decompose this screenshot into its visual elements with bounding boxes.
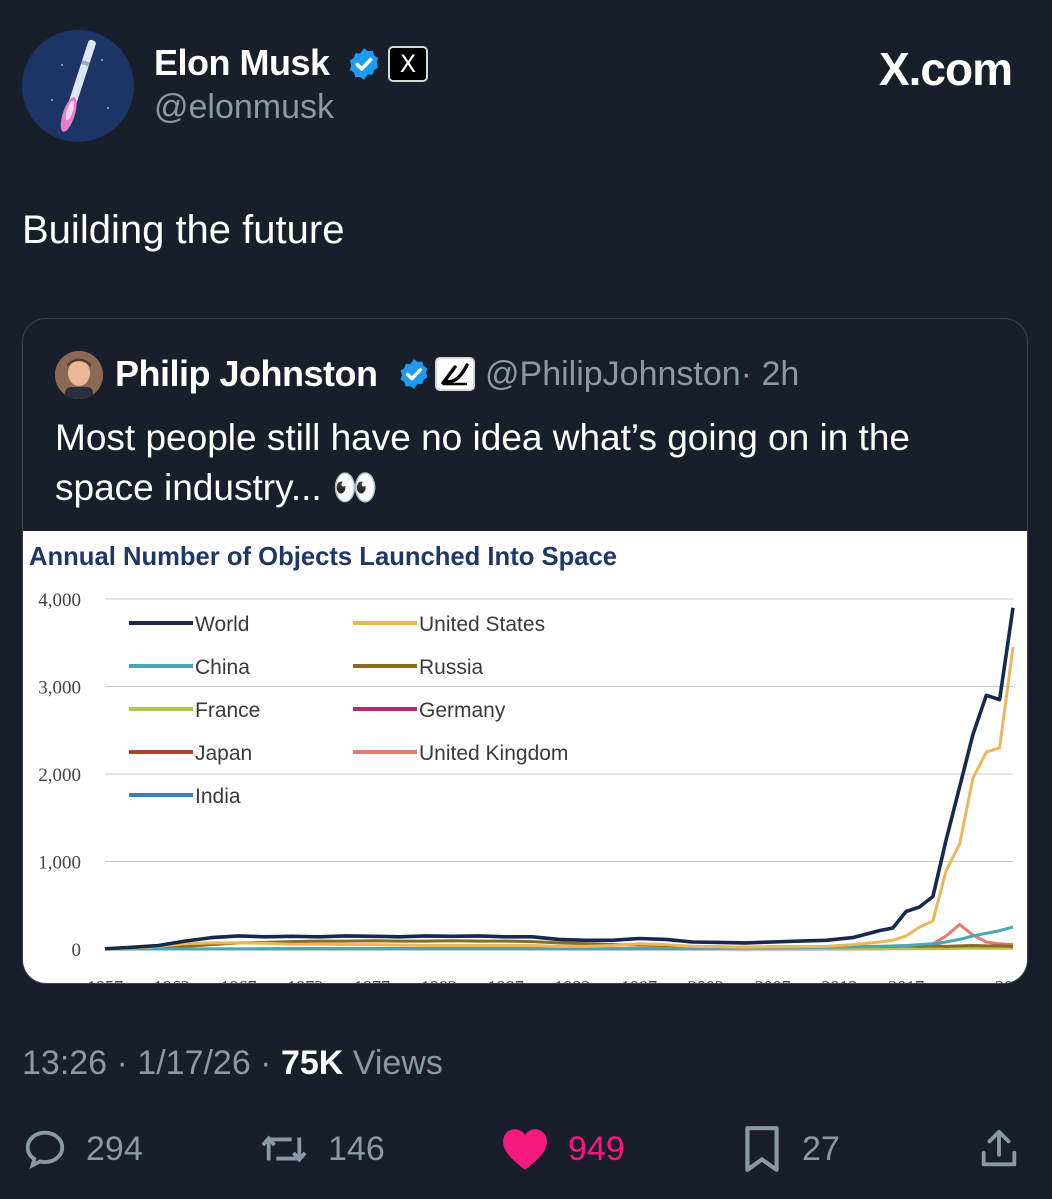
bookmark-count: 27 <box>802 1129 840 1168</box>
author-handle[interactable]: @elonmusk <box>154 88 334 127</box>
x-tick-label: 1957 <box>87 977 123 984</box>
x-tick-label: 2025 <box>995 977 1028 984</box>
legend-label: United Kingdom <box>419 742 568 765</box>
legend-label: France <box>195 699 260 722</box>
repost-icon <box>261 1135 307 1163</box>
company-logo-badge <box>435 357 475 391</box>
y-tick-label: 3,000 <box>38 678 81 699</box>
legend-label: United States <box>419 613 545 636</box>
quoted-author-name[interactable]: Philip Johnston <box>115 353 378 395</box>
quoted-tweet-text: Most people still have no idea what’s go… <box>55 417 910 508</box>
legend-label: Russia <box>419 656 484 679</box>
bookmark-button[interactable]: 27 <box>740 1126 840 1172</box>
x-tick-label: 2012 <box>821 977 857 984</box>
quoted-tweet-age: · 2h <box>740 355 800 393</box>
x-tick-label: 1967 <box>221 977 257 984</box>
x-tick-label: 1992 <box>554 977 590 984</box>
like-button[interactable]: 949 <box>500 1126 625 1172</box>
heart-icon <box>503 1129 547 1170</box>
x-tick-label: 1962 <box>154 977 190 984</box>
repost-count: 146 <box>328 1129 385 1168</box>
share-button[interactable] <box>976 1126 1022 1172</box>
repost-button[interactable]: 146 <box>258 1126 385 1172</box>
x-tick-label: 1997 <box>621 977 657 984</box>
person-photo-icon <box>55 351 103 399</box>
views-count: 75K <box>280 1044 344 1082</box>
author-avatar[interactable] <box>22 30 134 142</box>
x-tick-label: 1972 <box>287 977 323 984</box>
legend-label: Japan <box>195 742 252 765</box>
chart-image[interactable]: World China France Japan India United States R… <box>23 531 1028 984</box>
x-tick-label: 2002 <box>688 977 724 984</box>
x-tick-label: 2017 <box>888 977 924 984</box>
legend-label: World <box>195 613 249 636</box>
tweet-meta: 13:26 · 1/17/26 · 75K Views <box>22 1044 443 1083</box>
reply-icon <box>25 1130 65 1169</box>
like-count: 949 <box>568 1129 625 1168</box>
tweet-text: Building the future <box>22 208 345 252</box>
verified-badge-icon <box>400 359 428 389</box>
swoosh-logo-icon <box>441 363 469 386</box>
verified-badge-icon <box>349 48 379 80</box>
y-tick-label: 0 <box>72 940 82 961</box>
legend-label: Germany <box>419 699 506 722</box>
launch-chart: World China France Japan India United States R… <box>29 541 1028 984</box>
chart-title: Annual Number of Objects Launched Into S… <box>29 541 617 571</box>
brand-watermark: X.com <box>878 43 1013 95</box>
x-tick-label: 1987 <box>488 977 524 984</box>
y-tick-label: 4,000 <box>38 590 81 611</box>
author-name[interactable]: Elon Musk <box>154 42 330 84</box>
views-label: Views <box>352 1044 443 1082</box>
y-tick-label: 1,000 <box>38 853 81 874</box>
reply-button[interactable]: 294 <box>22 1126 143 1172</box>
x-tick-label: 2007 <box>755 977 791 984</box>
y-tick-label: 2,000 <box>38 765 81 786</box>
quoted-author-avatar[interactable] <box>55 351 103 399</box>
legend-label: India <box>195 785 241 808</box>
reply-count: 294 <box>86 1129 143 1168</box>
legend-label: China <box>195 656 250 679</box>
series-line <box>104 646 1015 951</box>
share-icon <box>981 1129 1017 1167</box>
x-tick-label: 1982 <box>421 977 457 984</box>
x-tick-label: 1977 <box>354 977 390 984</box>
quoted-tweet-card[interactable]: Philip Johnston @PhilipJohnston· 2h Most… <box>22 318 1028 984</box>
quoted-author-handle[interactable]: @PhilipJohnston <box>485 355 741 393</box>
rocket-launch-image <box>22 30 134 142</box>
bookmark-icon <box>745 1126 779 1172</box>
x-affiliate-badge: X <box>388 46 428 82</box>
timestamp[interactable]: 13:26 · 1/17/26 · <box>22 1044 272 1082</box>
